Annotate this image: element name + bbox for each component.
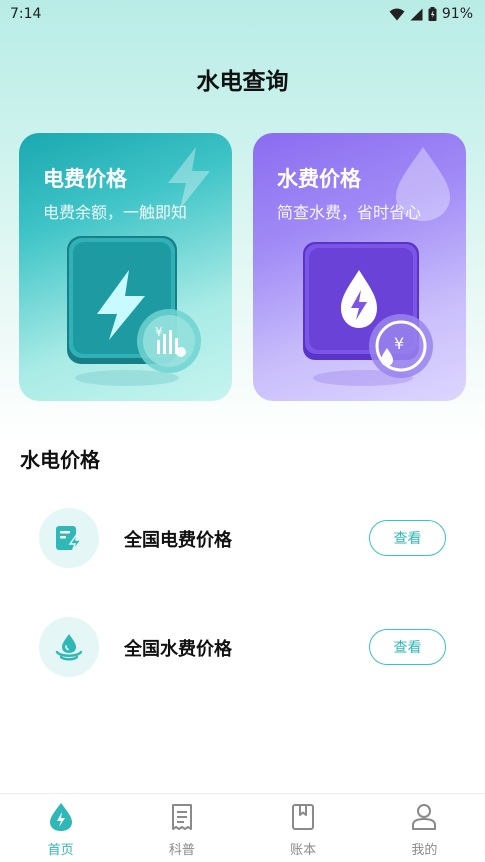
list-item-water: 全国水费价格 查看 [0,612,485,682]
water-card-subtitle: 简查水费，省时省心 [277,203,422,222]
nav-item-home[interactable]: 首页 [0,794,121,862]
electricity-illustration-icon: ¥ [67,236,201,386]
electricity-row-label: 全国电费价格 [124,530,232,551]
bottom-nav: 首页 科普 账本 我的 [0,793,485,862]
svg-text:¥: ¥ [394,334,404,353]
electricity-card-title: 电费价格 [43,167,127,191]
nav-item-ledger[interactable]: 账本 [243,794,364,862]
view-electricity-button[interactable]: 查看 [369,520,446,556]
status-bar: 7:14 91% [0,0,485,28]
page-title: 水电查询 [196,69,289,95]
list-item-electricity: 全国电费价格 查看 [0,503,485,573]
nav-item-mine[interactable]: 我的 [364,794,485,862]
electricity-card-subtitle: 电费余额，一触即知 [43,203,188,222]
svg-text:¥: ¥ [155,325,163,339]
book-icon [289,802,317,832]
electricity-doc-icon [39,508,99,568]
home-drop-icon [47,802,75,832]
section-title: 水电价格 [20,448,100,472]
electricity-price-card[interactable]: 电费价格 电费余额，一触即知 ¥ [19,133,232,401]
nav-label-mine: 我的 [411,843,438,858]
water-drop-icon [39,617,99,677]
nav-label-home: 首页 [47,843,74,858]
water-card-title: 水费价格 [277,167,361,191]
battery-percent: 91% [441,6,473,22]
wifi-icon [389,8,405,20]
signal-icon [410,8,423,20]
water-illustration-icon: ¥ [303,242,433,386]
nav-label-science: 科普 [168,843,195,858]
water-row-label: 全国水费价格 [124,639,232,660]
nav-label-ledger: 账本 [290,843,317,858]
receipt-icon [168,802,196,832]
battery-icon [428,7,437,21]
user-icon [410,802,438,832]
status-icons: 91% [389,6,473,22]
view-water-button[interactable]: 查看 [369,629,446,665]
nav-item-science[interactable]: 科普 [121,794,242,862]
water-price-card[interactable]: 水费价格 简查水费，省时省心 ¥ [253,133,466,401]
status-time: 7:14 [10,6,42,22]
